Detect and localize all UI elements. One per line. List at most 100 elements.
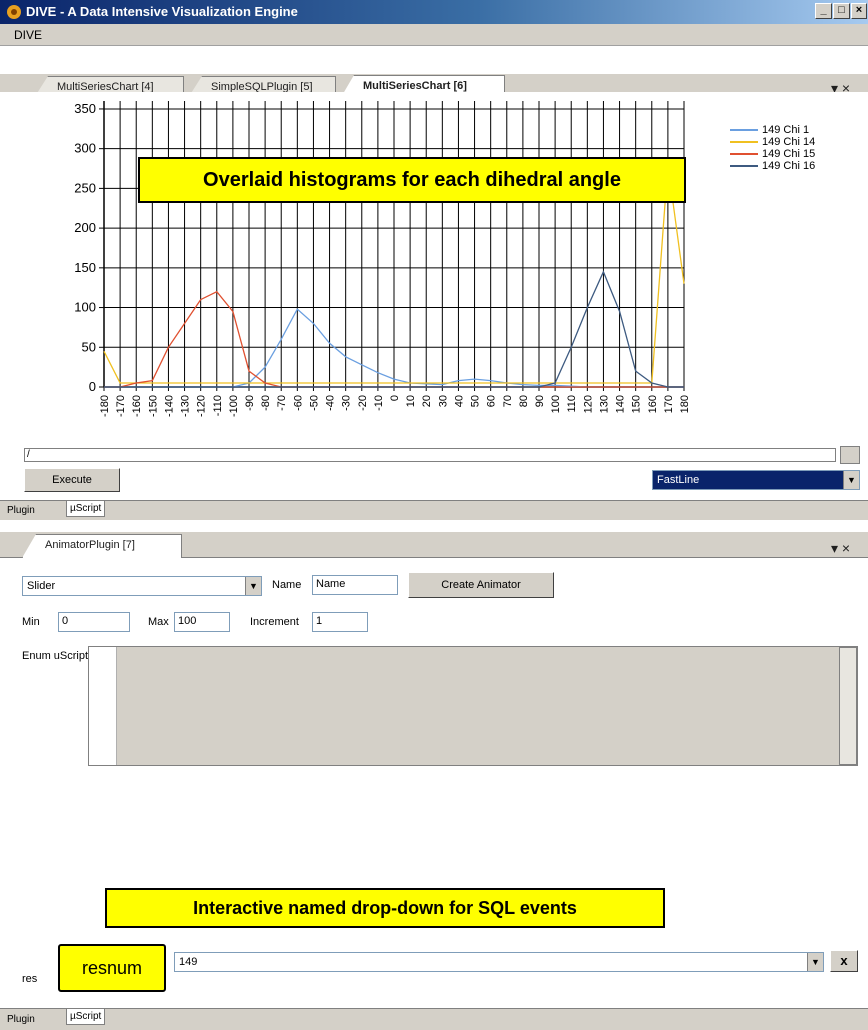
min-input[interactable]: 0	[58, 612, 130, 632]
y-tick-label: 150	[74, 260, 96, 275]
x-tick-label: -60	[292, 395, 304, 411]
upper-bottom-tabs: Plugin µScript	[0, 500, 868, 520]
legend-item-chi-1: 149 Chi 1	[730, 124, 860, 136]
x-tick-label: -160	[131, 395, 143, 417]
menu-item-dive[interactable]: DIVE	[14, 28, 42, 42]
animator-type-select[interactable]: Slider ▼	[22, 576, 262, 596]
legend-swatch	[730, 141, 758, 144]
y-tick-label: 250	[74, 180, 96, 195]
legend-swatch	[730, 129, 758, 132]
close-button[interactable]: ×	[851, 3, 867, 19]
name-label: Name	[272, 579, 302, 591]
enum-gutter	[89, 647, 117, 765]
x-tick-label: -100	[228, 395, 240, 417]
window-title: DIVE - A Data Intensive Visualization En…	[26, 4, 298, 19]
window-title-bar: DIVE - A Data Intensive Visualization En…	[0, 0, 868, 24]
lower-tab-strip-controls[interactable]: ▾ ×	[831, 540, 850, 557]
tab-uscript[interactable]: µScript	[66, 501, 106, 517]
increment-label: Increment	[250, 616, 299, 628]
legend-item-chi-15: 149 Chi 15	[730, 148, 860, 160]
x-tick-label: 160	[647, 395, 659, 413]
resnum-select[interactable]: 149 ▼	[174, 952, 824, 972]
max-input[interactable]: 100	[174, 612, 230, 632]
create-animator-button[interactable]: Create Animator	[408, 572, 554, 598]
y-tick-label: 50	[82, 339, 96, 354]
x-tick-label: -50	[308, 395, 320, 411]
animator-type-value: Slider	[27, 580, 56, 592]
y-tick-label: 350	[74, 101, 96, 116]
max-label: Max	[148, 616, 169, 628]
chevron-down-icon[interactable]: ▼	[245, 577, 261, 595]
x-tick-label: -150	[147, 395, 159, 417]
tab-plugin[interactable]: Plugin	[4, 503, 38, 518]
chevron-down-icon[interactable]: ▼	[807, 953, 823, 971]
x-tick-label: -90	[244, 395, 256, 411]
x-tick-label: 170	[663, 395, 675, 413]
chart-type-select[interactable]: FastLine ▼	[652, 470, 860, 490]
x-tick-label: -130	[180, 395, 192, 417]
chart-type-value: FastLine	[657, 474, 700, 486]
dropdown-callout: Interactive named drop-down for SQL even…	[105, 888, 665, 928]
x-tick-label: 140	[615, 395, 627, 413]
x-tick-label: 10	[405, 395, 417, 407]
legend-swatch	[730, 153, 758, 156]
x-tick-label: -140	[163, 395, 175, 417]
x-tick-label: 20	[421, 395, 433, 407]
app-icon	[7, 5, 21, 19]
x-tick-label: 30	[437, 395, 449, 407]
enum-uscript-label: Enum uScript	[22, 650, 89, 662]
x-tick-label: 80	[518, 395, 530, 407]
res-label: res	[22, 973, 38, 985]
clear-button[interactable]: x	[830, 950, 858, 972]
x-tick-label: -40	[325, 395, 337, 411]
y-tick-label: 200	[74, 220, 96, 235]
tab-plugin-lower[interactable]: Plugin	[4, 1012, 38, 1027]
y-tick-label: 300	[74, 141, 96, 156]
enum-uscript-textarea[interactable]	[88, 646, 858, 766]
x-tick-label: -80	[260, 395, 272, 411]
legend-label: 149 Chi 16	[762, 160, 816, 172]
legend-label: 149 Chi 1	[762, 124, 810, 136]
min-label: Min	[22, 616, 40, 628]
x-tick-label: 110	[566, 395, 578, 413]
x-tick-label: 60	[486, 395, 498, 407]
increment-input[interactable]: 1	[312, 612, 368, 632]
resnum-callout: resnum	[58, 944, 166, 992]
legend-swatch	[730, 165, 758, 168]
x-tick-label: -110	[212, 395, 224, 416]
legend-item-chi-16: 149 Chi 16	[730, 160, 860, 172]
x-tick-label: 150	[631, 395, 643, 413]
minimize-button[interactable]: _	[815, 3, 832, 19]
x-tick-label: 100	[550, 395, 562, 413]
y-tick-label: 100	[74, 300, 96, 315]
chevron-down-icon[interactable]: ▼	[843, 471, 859, 489]
x-tick-label: 130	[598, 395, 610, 413]
enum-scrollbar[interactable]	[839, 647, 857, 765]
x-tick-label: -20	[357, 395, 369, 411]
script-scrollbar[interactable]	[840, 446, 860, 464]
legend-item-chi-14: 149 Chi 14	[730, 136, 860, 148]
x-tick-label: -10	[373, 395, 385, 411]
legend-label: 149 Chi 14	[762, 136, 816, 148]
x-tick-label: 70	[502, 395, 514, 407]
x-tick-label: -30	[341, 395, 353, 411]
tab-animatorplugin-7[interactable]: AnimatorPlugin [7]	[22, 534, 182, 558]
name-input[interactable]: Name	[312, 575, 398, 595]
tab-uscript-lower[interactable]: µScript	[66, 1009, 106, 1025]
x-tick-label: -180	[99, 395, 111, 417]
x-tick-label: 40	[453, 395, 465, 407]
x-tick-label: -170	[115, 395, 127, 417]
maximize-button[interactable]: □	[833, 3, 850, 19]
x-tick-label: 180	[679, 395, 691, 413]
x-tick-label: -70	[276, 395, 288, 411]
x-tick-label: -120	[196, 395, 208, 417]
script-input[interactable]: /	[24, 448, 836, 462]
execute-button[interactable]: Execute	[24, 468, 120, 492]
menu-bar: DIVE	[0, 24, 868, 46]
x-tick-label: 0	[389, 395, 401, 401]
lower-bottom-tabs: Plugin µScript	[0, 1008, 868, 1030]
chart-legend: 149 Chi 1 149 Chi 14 149 Chi 15 149 Chi …	[730, 124, 860, 172]
x-tick-label: 90	[534, 395, 546, 407]
legend-label: 149 Chi 15	[762, 148, 816, 160]
x-tick-label: 120	[582, 395, 594, 413]
